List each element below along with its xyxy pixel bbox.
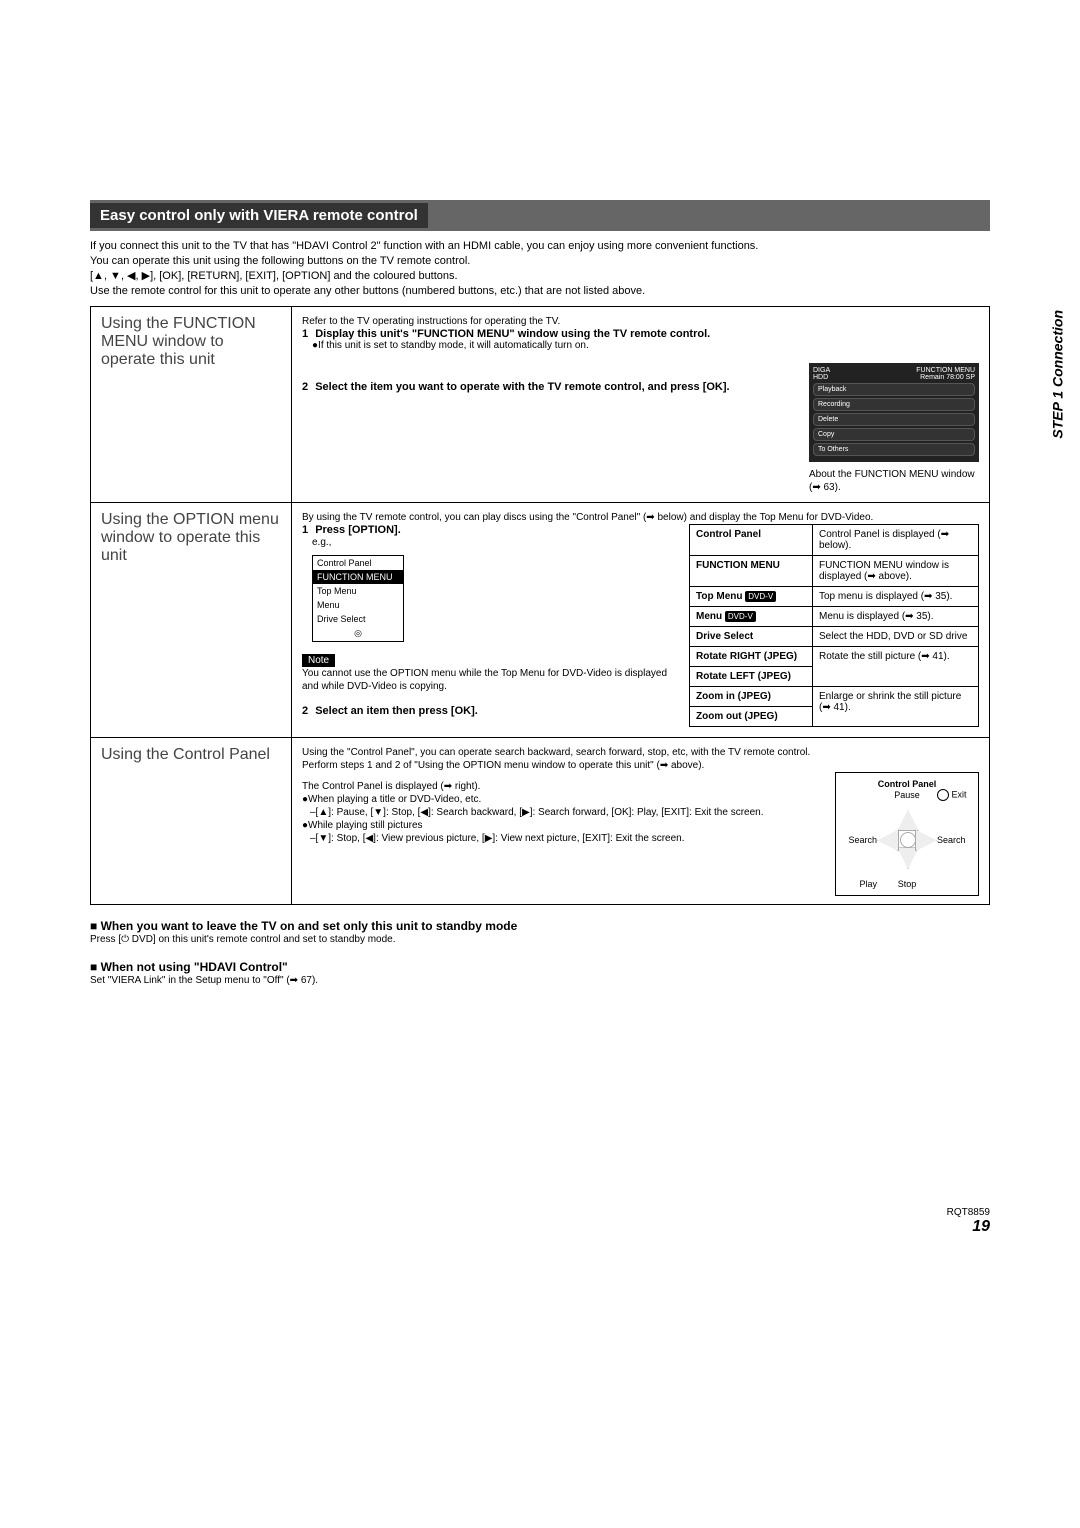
cell-key: Top Menu [696, 591, 742, 602]
step-title: Press [OPTION]. [315, 524, 401, 536]
cp-play: Play [842, 879, 877, 889]
step-bullet: ●If this unit is set to standby mode, it… [302, 340, 979, 351]
cell-key: Rotate RIGHT (JPEG) [696, 651, 797, 662]
body-line: Perform steps 1 and 2 of "Using the OPTI… [302, 759, 979, 772]
table-row: Top Menu DVD-V Top menu is displayed (➡ … [690, 587, 979, 607]
cell-key: FUNCTION MENU [696, 560, 780, 571]
table-row: Zoom in (JPEG) Enlarge or shrink the sti… [690, 687, 979, 707]
tv-remain: Remain 78:00 SP [920, 374, 975, 381]
cell-val: Enlarge or shrink the still picture (➡ 4… [819, 691, 961, 713]
cell-val: Control Panel is displayed (➡ below). [819, 529, 949, 551]
table-row: Drive Select Select the HDD, DVD or SD d… [690, 627, 979, 647]
option-command-table: Control Panel Control Panel is displayed… [689, 524, 979, 727]
tv-hdd: HDD [813, 374, 828, 381]
step-title: Select the item you want to operate with… [315, 381, 729, 393]
body-line: Using the "Control Panel", you can opera… [302, 746, 979, 759]
section-banner: Easy control only with VIERA remote cont… [90, 200, 990, 231]
sub-heading: ■ When you want to leave the TV on and s… [90, 919, 990, 933]
tv-caption: About the FUNCTION MENU window (➡ 63). [809, 468, 979, 494]
dpad-icon [877, 809, 937, 869]
sub-body: Press [⏻ DVD] on this unit's remote cont… [90, 933, 990, 946]
sub-heading: ■ When not using "HDAVI Control" [90, 960, 990, 974]
step-number: 2 [302, 705, 308, 717]
dvd-tag: DVD-V [725, 611, 756, 622]
section-option-menu: Using the OPTION menu window to operate … [90, 502, 990, 737]
table-row: FUNCTION MENU FUNCTION MENU window is di… [690, 556, 979, 587]
exit-dot-icon [937, 789, 949, 801]
section-title-text: Using the Control Panel [101, 746, 270, 763]
step-title: Display this unit's "FUNCTION MENU" wind… [315, 328, 710, 340]
tv-menu-item: Playback [813, 383, 975, 396]
cell-val: Top menu is displayed (➡ 35). [819, 591, 952, 602]
option-item-selected: FUNCTION MENU [313, 570, 403, 584]
intro-line: [▲, ▼, ◀, ▶], [OK], [RETURN], [EXIT], [O… [90, 269, 990, 284]
table-row: Rotate RIGHT (JPEG) Rotate the still pic… [690, 647, 979, 667]
intro-text: If you connect this unit to the TV that … [90, 239, 990, 298]
step-number: 1 [302, 328, 308, 340]
sub-body: Set "VIERA Link" in the Setup menu to "O… [90, 974, 990, 987]
cell-val: Menu is displayed (➡ 35). [819, 611, 934, 622]
section-function-menu: Using the FUNCTION MENU window to operat… [90, 306, 990, 502]
cell-key: Control Panel [696, 529, 761, 540]
table-row: Menu DVD-V Menu is displayed (➡ 35). [690, 607, 979, 627]
note-label: Note [302, 654, 335, 667]
intro-line: Use the remote control for this unit to … [90, 284, 990, 299]
cp-search-right: Search [937, 835, 972, 845]
dvd-tag: DVD-V [745, 591, 776, 602]
footer-code: RQT8859 [90, 1207, 990, 1218]
intro-line: You can operate this unit using the foll… [90, 254, 990, 269]
cell-key: Drive Select [696, 631, 753, 642]
section-title: Using the FUNCTION MENU window to operat… [91, 307, 292, 502]
section-title: Using the OPTION menu window to operate … [91, 503, 292, 737]
tv-menu-item: Delete [813, 413, 975, 426]
side-step-label: STEP 1 Connection [1050, 310, 1066, 439]
tv-brand: DIGA [813, 367, 830, 374]
section-banner-title: Easy control only with VIERA remote cont… [90, 203, 428, 228]
option-item: Menu [313, 598, 403, 612]
step-title: Select an item then press [OK]. [315, 705, 478, 717]
option-popup: Control Panel FUNCTION MENU Top Menu Men… [312, 555, 404, 642]
cell-val: FUNCTION MENU window is displayed (➡ abo… [819, 560, 949, 582]
cp-pause: Pause [877, 790, 937, 800]
cell-val: Rotate the still picture (➡ 41). [819, 651, 950, 662]
tv-menu-item: To Others [813, 443, 975, 456]
table-row: Control Panel Control Panel is displayed… [690, 525, 979, 556]
tv-menu-item: Recording [813, 398, 975, 411]
cell-key: Zoom in (JPEG) [696, 691, 771, 702]
cp-exit: Exit [952, 790, 967, 800]
tv-screenshot: DIGA FUNCTION MENU HDD Remain 78:00 SP P… [809, 363, 979, 494]
option-item: Control Panel [313, 556, 403, 570]
option-item: Drive Select [313, 612, 403, 626]
step-number: 1 [302, 524, 308, 536]
option-item: Top Menu [313, 584, 403, 598]
preline: By using the TV remote control, you can … [302, 511, 979, 524]
preline: Refer to the TV operating instructions f… [302, 315, 979, 328]
step-number: 2 [302, 381, 308, 393]
section-control-panel: Using the Control Panel Using the "Contr… [90, 737, 990, 905]
option-ok-icon: ◎ [313, 626, 403, 641]
section-title: Using the Control Panel [91, 738, 292, 904]
cp-stop: Stop [877, 879, 937, 889]
cell-key: Menu [696, 611, 722, 622]
cell-key: Zoom out (JPEG) [696, 711, 778, 722]
tv-top-label: FUNCTION MENU [916, 367, 975, 374]
cp-title: Control Panel [842, 779, 972, 789]
control-panel-figure: Control Panel Pause Exit Search Search P… [835, 772, 979, 896]
page-number: 19 [90, 1218, 990, 1236]
cell-val: Select the HDD, DVD or SD drive [819, 631, 967, 642]
cp-search-left: Search [842, 835, 877, 845]
intro-line: If you connect this unit to the TV that … [90, 239, 990, 254]
cell-key: Rotate LEFT (JPEG) [696, 671, 791, 682]
tv-menu-item: Copy [813, 428, 975, 441]
